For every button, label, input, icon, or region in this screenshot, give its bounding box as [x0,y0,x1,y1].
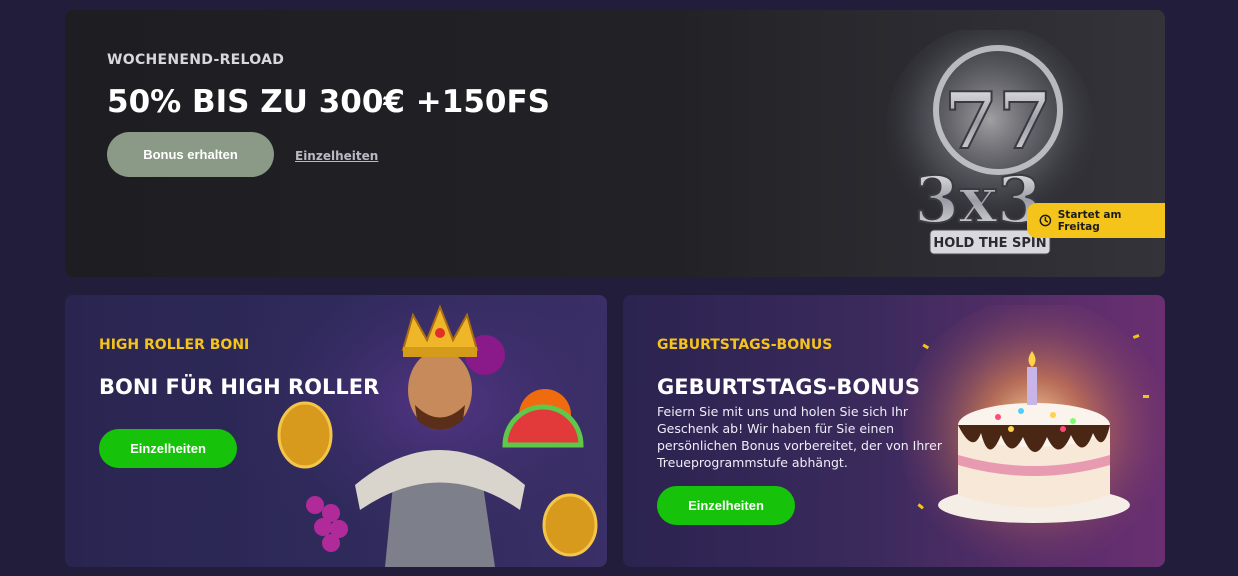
high-roller-eyebrow: HIGH ROLLER BONI [99,337,250,353]
banner-eyebrow: WOCHENEND-RELOAD [107,52,285,68]
high-roller-card: HIGH ROLLER BONI BONI FÜR HIGH ROLLER Ei… [65,295,607,567]
get-bonus-button[interactable]: Bonus erhalten [107,132,274,177]
birthday-title: GEBURTSTAGS-BONUS [657,375,920,399]
banner-headline: 50% BIS ZU 300€ +150FS [107,84,550,120]
king-illustration [235,295,607,567]
birthday-description: Feiern Sie mit uns und holen Sie sich Ih… [657,404,942,470]
details-link[interactable]: Einzelheiten [295,149,378,163]
high-roller-title: BONI FÜR HIGH ROLLER [99,375,380,399]
starts-badge: Startet am Freitag [1027,203,1165,238]
weekend-reload-banner: WOCHENEND-RELOAD 50% BIS ZU 300€ +150FS … [65,10,1165,277]
logo-line2: 3x3 [914,163,1041,238]
clock-icon [1039,214,1052,227]
birthday-details-button[interactable]: Einzelheiten [657,486,795,525]
logo-line1: 77 [944,76,1053,167]
birthday-eyebrow: GEBURTSTAGS-BONUS [657,337,833,353]
birthday-card: GEBURTSTAGS-BONUS GEBURTSTAGS-BONUS Feie… [623,295,1165,567]
starts-badge-label: Startet am Freitag [1057,208,1122,233]
high-roller-details-button[interactable]: Einzelheiten [99,429,237,468]
logo-line3: HOLD THE SPIN [933,236,1046,251]
